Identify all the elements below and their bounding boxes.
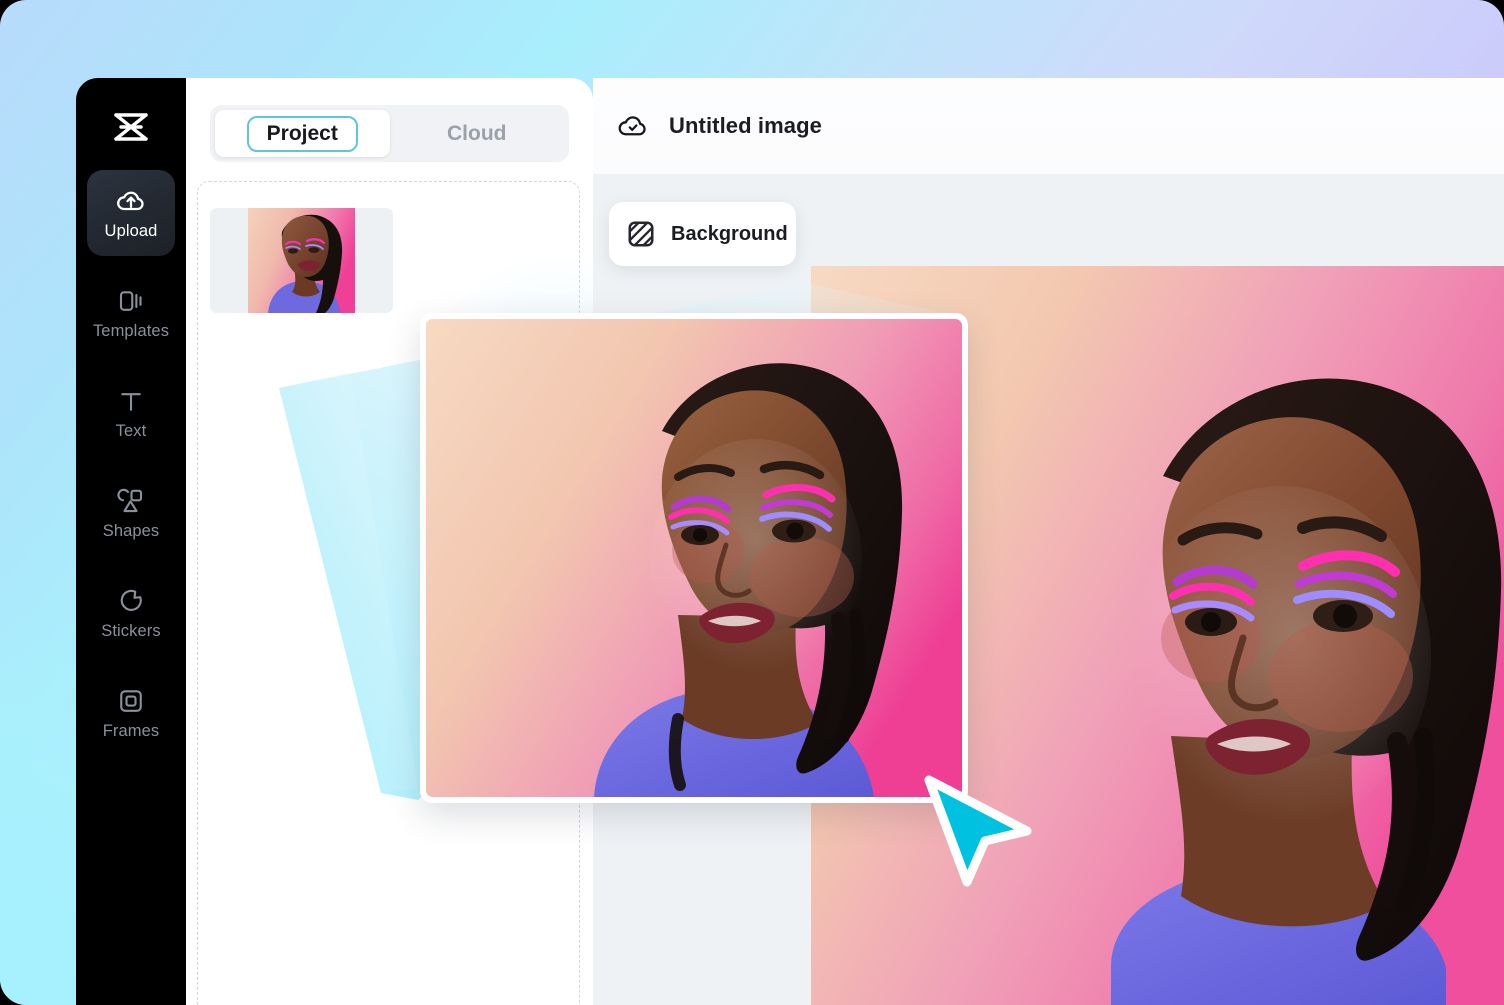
checker-stripes-icon	[626, 219, 656, 249]
text-icon	[116, 386, 146, 416]
left-rail: Upload Templates Text Shapes Stickers Fr…	[76, 78, 186, 1005]
sidebar-item-shapes-label: Shapes	[102, 522, 160, 541]
sidebar-item-stickers[interactable]: Stickers	[87, 570, 175, 656]
screenshot-root: Untitled image Background Project Cloud …	[0, 0, 1504, 1005]
background-button-label: Background	[671, 222, 788, 245]
sidebar-item-frames-label: Frames	[102, 722, 160, 741]
thumbnail-portrait-illustration	[210, 208, 393, 313]
sidebar-item-stickers-label: Stickers	[101, 622, 161, 641]
cloud-upload-icon	[115, 186, 147, 216]
document-title: Untitled image	[669, 113, 822, 138]
dragged-image-inner	[426, 319, 962, 797]
portrait-thumbnail[interactable]	[210, 208, 393, 313]
uploads-tabs: Project Cloud	[210, 105, 569, 162]
sidebar-item-templates-label: Templates	[92, 322, 170, 341]
tab-cloud[interactable]: Cloud	[390, 110, 565, 157]
background-button[interactable]: Background	[609, 202, 796, 266]
tab-project-label: Project	[246, 115, 358, 152]
sidebar-item-upload[interactable]: Upload	[87, 170, 175, 256]
tab-cloud-label: Cloud	[447, 121, 507, 145]
tab-project[interactable]: Project	[215, 110, 390, 157]
sidebar-item-frames[interactable]: Frames	[87, 670, 175, 756]
frames-icon	[116, 686, 146, 716]
capcut-logo-icon[interactable]	[108, 108, 154, 148]
templates-icon	[116, 286, 146, 316]
stickers-icon	[116, 586, 146, 616]
editor-topbar: Untitled image	[593, 78, 1504, 174]
rail-items: Upload Templates Text Shapes Stickers Fr…	[76, 170, 186, 770]
shapes-icon	[116, 486, 146, 516]
dragged-portrait-illustration	[426, 319, 962, 797]
cloud-check-icon	[616, 109, 650, 143]
sidebar-item-upload-label: Upload	[104, 222, 158, 241]
sidebar-item-text-label: Text	[115, 422, 147, 441]
dragged-image-card[interactable]	[420, 313, 968, 803]
sidebar-item-shapes[interactable]: Shapes	[87, 470, 175, 556]
sidebar-item-text[interactable]: Text	[87, 370, 175, 456]
sidebar-item-templates[interactable]: Templates	[87, 270, 175, 356]
